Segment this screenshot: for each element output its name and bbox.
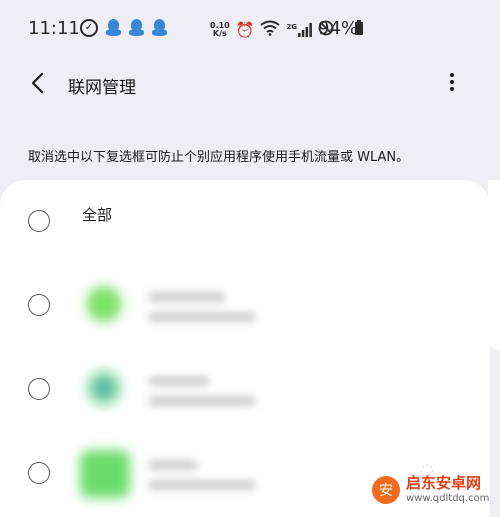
watermark-logo-icon: 安: [372, 476, 400, 504]
app-usage-blurred: [148, 312, 256, 322]
list-item[interactable]: [0, 274, 490, 334]
qq-icon: [129, 19, 144, 37]
app-name-blurred: [148, 376, 210, 386]
app-bar: 联网管理: [0, 60, 500, 108]
watermark-brand: 启东安卓网: [406, 474, 482, 492]
watermark-url: www.qdltdq.com: [406, 493, 490, 504]
signal-icon: 2G: [286, 23, 312, 37]
app-checkbox[interactable]: [28, 462, 50, 484]
all-label: 全部: [82, 206, 113, 224]
list-item[interactable]: [0, 358, 490, 418]
list-item-all[interactable]: 全部: [0, 190, 490, 250]
battery-level: 94%: [318, 18, 359, 39]
net-speed: 0.10 K/s: [210, 22, 230, 38]
system-icons: 0.10 K/s ⏰ 2G: [210, 20, 334, 40]
notification-icons: ✓: [80, 19, 167, 37]
net-speed-unit: K/s: [212, 29, 227, 38]
network-type: 2G: [286, 23, 298, 31]
qq-icon: [106, 19, 121, 37]
app-icon: [80, 450, 130, 498]
page-title: 联网管理: [68, 78, 136, 98]
back-arrow-icon: [31, 72, 44, 94]
app-name-blurred: [148, 292, 226, 302]
app-icon: [86, 286, 122, 322]
wifi-icon: [260, 20, 281, 40]
status-bar: 11:11 ✓ 0.10 K/s ⏰ 2G 94%: [0, 0, 500, 60]
app-usage-blurred: [148, 480, 256, 490]
more-options-button[interactable]: [440, 70, 464, 98]
alarm-icon: ⏰: [235, 21, 255, 39]
watermark: 安 启东安卓网 www.qdltdq.com: [372, 476, 489, 504]
checkbox-all[interactable]: [28, 210, 50, 232]
qq-icon: [152, 19, 167, 37]
check-icon: ✓: [80, 19, 98, 37]
battery-icon: [355, 20, 363, 35]
back-button[interactable]: [26, 70, 52, 96]
app-list-card: 全部: [0, 180, 490, 517]
app-name-blurred: [148, 460, 198, 470]
description-text: 取消选中以下复选框可防止个别应用程序使用手机流量或 WLAN。: [28, 150, 410, 165]
more-vert-icon: [450, 73, 454, 77]
app-usage-blurred: [148, 396, 256, 406]
status-time: 11:11: [28, 18, 80, 39]
app-icon: [86, 370, 122, 406]
app-checkbox[interactable]: [28, 378, 50, 400]
app-checkbox[interactable]: [28, 294, 50, 316]
